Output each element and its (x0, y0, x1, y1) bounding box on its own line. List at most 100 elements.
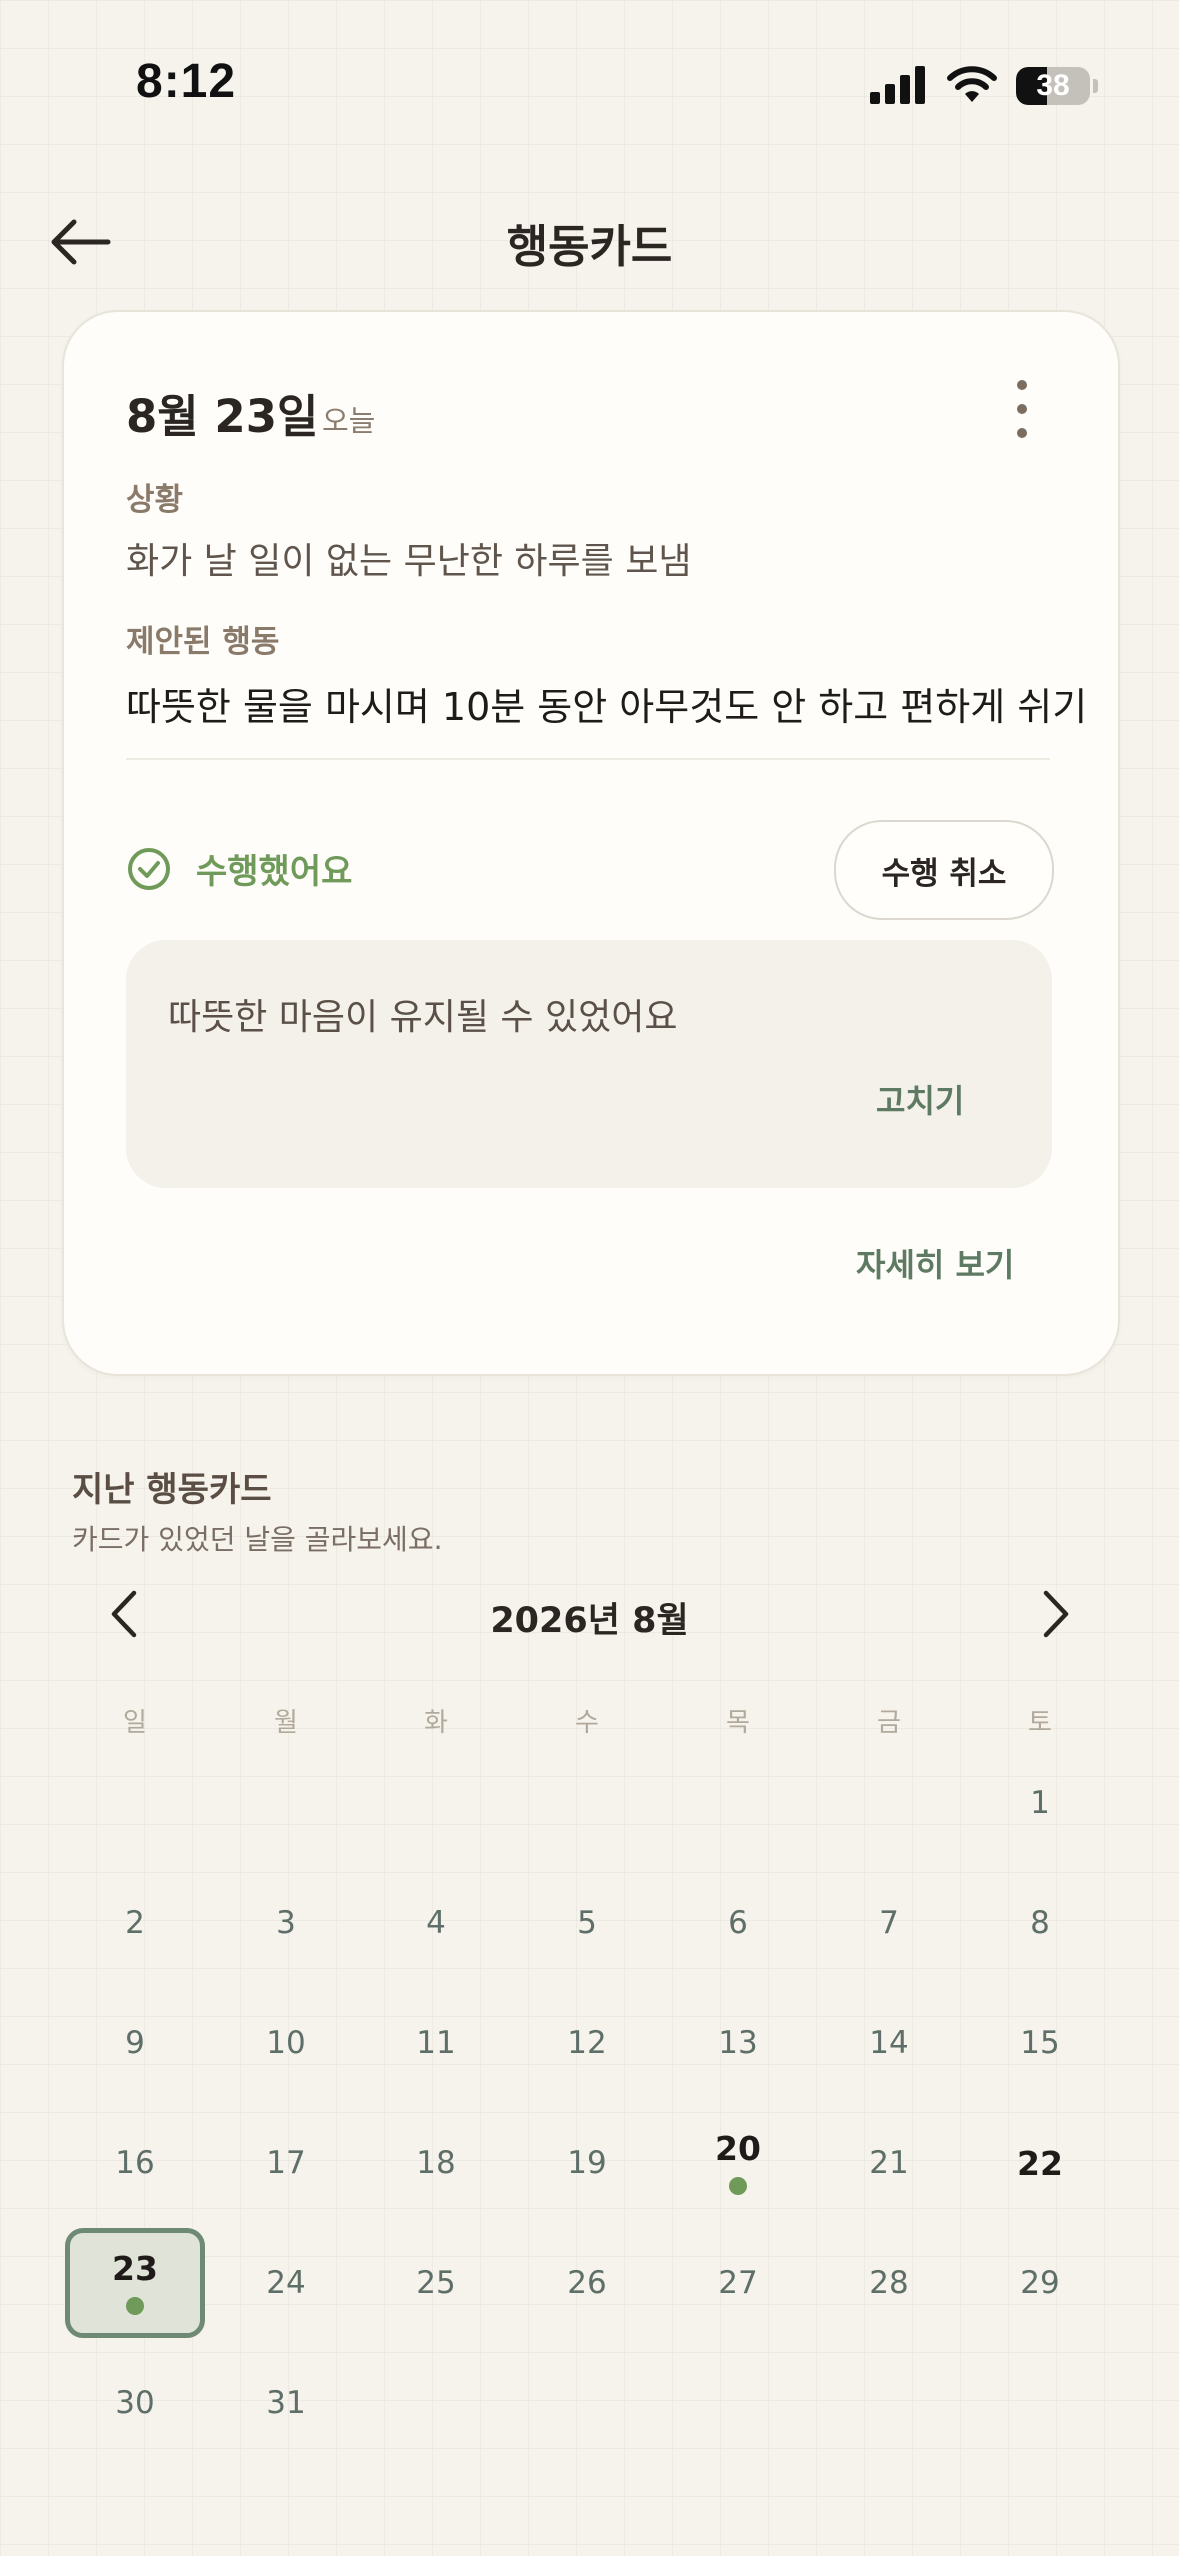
card-indicator-dot (126, 2296, 144, 2315)
calendar-day-number: 8 (1030, 1904, 1050, 1941)
today-label: 오늘 (322, 404, 376, 438)
check-circle-icon (128, 847, 170, 890)
chevron-right-icon (1043, 1590, 1069, 1638)
calendar-day-number: 27 (718, 2264, 758, 2301)
calendar-day[interactable]: 30 (65, 2348, 205, 2458)
calendar-day[interactable]: 1 (970, 1748, 1110, 1858)
calendar-day[interactable]: 18 (366, 2108, 506, 2218)
calendar-day[interactable]: 25 (366, 2228, 506, 2338)
situation-text: 화가 날 일이 없는 무난한 하루를 보냄 (126, 541, 692, 582)
calendar-day[interactable]: 8 (970, 1868, 1110, 1978)
calendar-day[interactable]: 21 (819, 2108, 959, 2218)
battery-level: 38 (1036, 69, 1070, 102)
calendar-day[interactable]: 5 (517, 1868, 657, 1978)
calendar-day-number: 21 (869, 2144, 909, 2181)
calendar-day-number: 28 (869, 2264, 909, 2301)
weekday-label: 일 (123, 1708, 147, 1738)
past-cards-title: 지난 행동카드 (72, 1470, 272, 1510)
calendar-day[interactable]: 31 (216, 2348, 356, 2458)
wifi-icon (947, 66, 997, 102)
next-month-button[interactable] (1032, 1586, 1082, 1642)
calendar-day-number: 29 (1020, 2264, 1060, 2301)
calendar-day[interactable]: 27 (668, 2228, 808, 2338)
calendar-day[interactable]: 3 (216, 1868, 356, 1978)
note-box (126, 940, 1052, 1188)
calendar-day-number: 2 (125, 1904, 145, 1941)
view-details-button[interactable]: 자세히 보기 (856, 1240, 1014, 1286)
calendar-day-number: 4 (426, 1904, 446, 1941)
calendar-day-number: 10 (266, 2024, 306, 2061)
calendar-day-number: 22 (1017, 2143, 1063, 2183)
calendar-day[interactable]: 24 (216, 2228, 356, 2338)
calendar-day[interactable]: 22 (970, 2108, 1110, 2218)
calendar-day[interactable]: 19 (517, 2108, 657, 2218)
weekday-label: 금 (877, 1708, 901, 1738)
calendar-day[interactable]: 20 (668, 2108, 808, 2218)
calendar-day-number: 15 (1020, 2024, 1060, 2061)
more-dot-icon (1017, 380, 1027, 390)
weekday-label: 화 (424, 1708, 448, 1738)
note-text: 따뜻한 마음이 유지될 수 있었어요 (168, 997, 678, 1038)
calendar-day[interactable]: 10 (216, 1988, 356, 2098)
divider (126, 758, 1050, 760)
card-indicator-dot (729, 2176, 747, 2195)
calendar-day-number: 3 (276, 1904, 296, 1941)
suggestion-label: 제안된 행동 (126, 624, 280, 660)
calendar-day[interactable]: 6 (668, 1868, 808, 1978)
calendar-day-selected[interactable]: 23 (65, 2228, 205, 2338)
weekday-label: 수 (575, 1708, 599, 1738)
calendar-day-number: 7 (879, 1904, 899, 1941)
calendar-day[interactable]: 17 (216, 2108, 356, 2218)
more-options-button[interactable] (1000, 380, 1044, 438)
calendar-day-number: 13 (718, 2024, 758, 2061)
calendar-day[interactable]: 9 (65, 1988, 205, 2098)
battery-icon: 38 (1016, 67, 1090, 105)
calendar-day[interactable]: 29 (970, 2228, 1110, 2338)
weekday-label: 월 (274, 1708, 298, 1738)
calendar-day[interactable]: 12 (517, 1988, 657, 2098)
calendar-day[interactable]: 14 (819, 1988, 959, 2098)
done-text: 수행했어요 (196, 852, 353, 892)
calendar-day[interactable]: 26 (517, 2228, 657, 2338)
calendar-day-number: 6 (728, 1904, 748, 1941)
past-cards-subtitle: 카드가 있었던 날을 골라보세요. (72, 1523, 443, 1556)
card-date: 8월 23일 (126, 390, 319, 443)
calendar-day[interactable]: 28 (819, 2228, 959, 2338)
cancel-done-button[interactable]: 수행 취소 (834, 820, 1054, 920)
calendar-day-number: 20 (715, 2128, 761, 2168)
calendar-day-number: 23 (112, 2248, 158, 2288)
calendar-month-label: 2026년 8월 (490, 1601, 689, 1641)
edit-note-button[interactable]: 고치기 (876, 1076, 964, 1122)
calendar-day-number: 31 (266, 2384, 306, 2421)
battery-tip (1093, 79, 1098, 93)
calendar-day-number: 9 (125, 2024, 145, 2061)
calendar-day[interactable]: 2 (65, 1868, 205, 1978)
calendar-day-number: 12 (567, 2024, 607, 2061)
calendar-day-number: 17 (266, 2144, 306, 2181)
calendar-day[interactable]: 4 (366, 1868, 506, 1978)
calendar-day[interactable]: 13 (668, 1988, 808, 2098)
calendar-day-number: 14 (869, 2024, 909, 2061)
calendar-day[interactable]: 16 (65, 2108, 205, 2218)
calendar-day-number: 30 (115, 2384, 155, 2421)
weekday-label: 목 (726, 1708, 750, 1738)
suggestion-text: 따뜻한 물을 마시며 10분 동안 아무것도 안 하고 편하게 쉬기 (126, 685, 1088, 729)
calendar-day-number: 1 (1030, 1784, 1050, 1821)
more-dot-icon (1017, 428, 1027, 438)
calendar-day-number: 19 (567, 2144, 607, 2181)
calendar-day-number: 5 (577, 1904, 597, 1941)
cellular-signal-icon (870, 66, 925, 104)
more-dot-icon (1017, 404, 1027, 414)
calendar-day[interactable]: 7 (819, 1868, 959, 1978)
calendar-day[interactable]: 11 (366, 1988, 506, 2098)
calendar-day-number: 24 (266, 2264, 306, 2301)
weekday-label: 토 (1028, 1708, 1052, 1738)
calendar-day-number: 26 (567, 2264, 607, 2301)
calendar-day-number: 25 (416, 2264, 456, 2301)
calendar-day-number: 11 (416, 2024, 456, 2061)
page-title: 행동카드 (506, 220, 673, 273)
status-time: 8:12 (136, 55, 237, 108)
calendar-day[interactable]: 15 (970, 1988, 1110, 2098)
status-icons: 38 (870, 64, 1098, 108)
calendar-day-number: 18 (416, 2144, 456, 2181)
